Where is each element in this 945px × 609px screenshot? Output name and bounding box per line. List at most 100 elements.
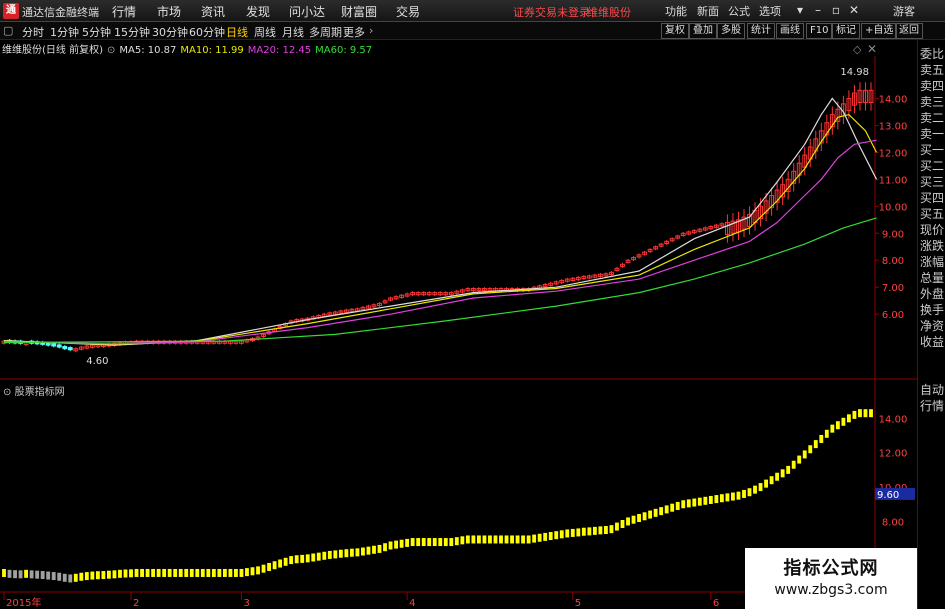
quote-field-11[interactable]: 现价	[920, 222, 944, 238]
indicator-bar	[311, 553, 316, 562]
indicator-bar	[554, 531, 559, 540]
quote-field-10[interactable]: 买五	[920, 206, 944, 222]
indicator-bar	[134, 568, 139, 577]
period-tab-daily[interactable]: 日线	[226, 24, 248, 40]
indicator-bar	[438, 538, 443, 547]
indicator-bar	[13, 570, 17, 579]
indicator-bar	[399, 539, 404, 548]
indicator-bar	[62, 573, 67, 582]
quote-field-13[interactable]: 涨幅	[920, 254, 944, 270]
app-title: 通达信金融终端	[22, 6, 99, 19]
candle-body	[56, 344, 62, 348]
f10-button[interactable]: F10	[806, 23, 833, 39]
date-tick-label: 2	[133, 598, 139, 609]
date-tick-label: 6	[713, 598, 719, 609]
quote-field-19[interactable]: 自动	[920, 382, 944, 398]
minimize-icon[interactable]: –	[810, 2, 826, 19]
indicator-settings-icon[interactable]: ⊙	[3, 387, 11, 398]
dropdown-icon[interactable]: ▾	[792, 2, 808, 19]
quote-field-14[interactable]: 总量	[920, 270, 944, 286]
period-tab-5min[interactable]: 5分钟	[82, 24, 111, 40]
indicator-bar	[410, 538, 415, 547]
period-tab-multi[interactable]: 多周期	[309, 24, 342, 40]
quote-field-4[interactable]: 卖二	[920, 110, 944, 126]
indicator-bar	[416, 538, 421, 547]
indicator-bar	[256, 566, 260, 575]
quote-field-8[interactable]: 买三	[920, 174, 944, 190]
overlay-button[interactable]: 叠加	[689, 23, 717, 39]
quote-field-18[interactable]: 收益	[920, 334, 944, 350]
menu-news[interactable]: 资讯	[201, 3, 225, 20]
indicator-bar	[819, 434, 824, 443]
maximize-icon[interactable]: ▫	[828, 2, 844, 19]
menu-function[interactable]: 功能	[665, 3, 687, 19]
quote-field-17[interactable]: 净资	[920, 318, 944, 334]
indicator-bar	[151, 568, 156, 577]
menu-trade[interactable]: 交易	[396, 3, 420, 20]
quote-field-5[interactable]: 卖一	[920, 126, 944, 142]
indicator-bar	[719, 494, 724, 503]
quote-field-0[interactable]: 委比	[920, 46, 944, 62]
stats-button[interactable]: 统计	[747, 23, 775, 39]
period-tab-15min[interactable]: 15分钟	[114, 24, 150, 40]
indicator-bar	[830, 424, 835, 433]
close-icon[interactable]: ✕	[846, 2, 862, 19]
adjust-button[interactable]: 复权	[661, 23, 689, 39]
indicator-bar	[637, 513, 641, 522]
quote-field-12[interactable]: 涨跌	[920, 238, 944, 254]
draw-line-button[interactable]: 画线	[776, 23, 804, 39]
app-logo-icon: 通	[3, 3, 19, 19]
menu-options[interactable]: 选项	[759, 3, 781, 19]
indicator-bar	[145, 568, 150, 577]
menu-new-page[interactable]: 新面	[697, 3, 719, 19]
candle-body	[51, 343, 57, 347]
quote-field-1[interactable]: 卖五	[920, 62, 944, 78]
quote-field-15[interactable]: 外盘	[920, 286, 944, 302]
indicator-bar	[344, 549, 349, 558]
menu-discover[interactable]: 发现	[246, 3, 270, 20]
period-toolbar: ▢ 分时 1分钟 5分钟 15分钟 30分钟 60分钟 日线 周线 月线 多周期…	[0, 22, 945, 40]
indicator-bar	[300, 554, 305, 563]
add-watchlist-button[interactable]: +自选	[861, 23, 898, 39]
menu-ask[interactable]: 问小达	[289, 3, 325, 20]
indicator-bar	[559, 530, 564, 539]
period-tab-more[interactable]: 更多	[343, 24, 365, 40]
quote-field-3[interactable]: 卖三	[920, 94, 944, 110]
indicator-bar	[537, 533, 542, 542]
indicator-bar	[758, 483, 763, 492]
login-warning[interactable]: 证券交易未登录	[513, 4, 590, 20]
price-tick-label: 13.00	[879, 121, 908, 132]
more-arrow-icon[interactable]: ›	[369, 24, 373, 37]
multi-stock-button[interactable]: 多股	[717, 23, 745, 39]
back-button[interactable]: 返回	[895, 23, 923, 39]
quote-field-2[interactable]: 卖四	[920, 78, 944, 94]
indicator-bar	[184, 568, 189, 577]
nav-box-icon[interactable]: ▢	[3, 24, 13, 37]
quote-field-9[interactable]: 买四	[920, 190, 944, 206]
indicator-bar	[731, 492, 735, 501]
period-tab-timeshare[interactable]: 分时	[22, 24, 44, 40]
period-tab-1min[interactable]: 1分钟	[50, 24, 79, 40]
menu-quotes[interactable]: 行情	[112, 3, 136, 20]
quote-field-7[interactable]: 买二	[920, 158, 944, 174]
indicator-bar	[504, 535, 509, 544]
indicator-bar	[68, 574, 73, 583]
quote-field-20[interactable]: 行情	[920, 398, 944, 414]
period-tab-weekly[interactable]: 周线	[254, 24, 276, 40]
indicator-bar	[510, 535, 514, 544]
menu-market[interactable]: 市场	[157, 3, 181, 20]
guest-user[interactable]: 游客	[893, 3, 915, 19]
menu-formula[interactable]: 公式	[728, 3, 750, 19]
stock-short-name: 维维股份	[587, 6, 631, 19]
indicator-bar	[95, 571, 100, 580]
indicator-bar	[620, 520, 625, 529]
quote-field-16[interactable]: 换手	[920, 302, 944, 318]
mark-button[interactable]: 标记	[832, 23, 860, 39]
period-tab-60min[interactable]: 60分钟	[189, 24, 225, 40]
indicator-bar	[239, 568, 244, 577]
menu-wealth[interactable]: 财富圈	[341, 3, 377, 20]
period-tab-30min[interactable]: 30分钟	[152, 24, 188, 40]
indicator-tick-label: 12.00	[879, 449, 908, 460]
period-tab-monthly[interactable]: 月线	[282, 24, 304, 40]
quote-field-6[interactable]: 买一	[920, 142, 944, 158]
